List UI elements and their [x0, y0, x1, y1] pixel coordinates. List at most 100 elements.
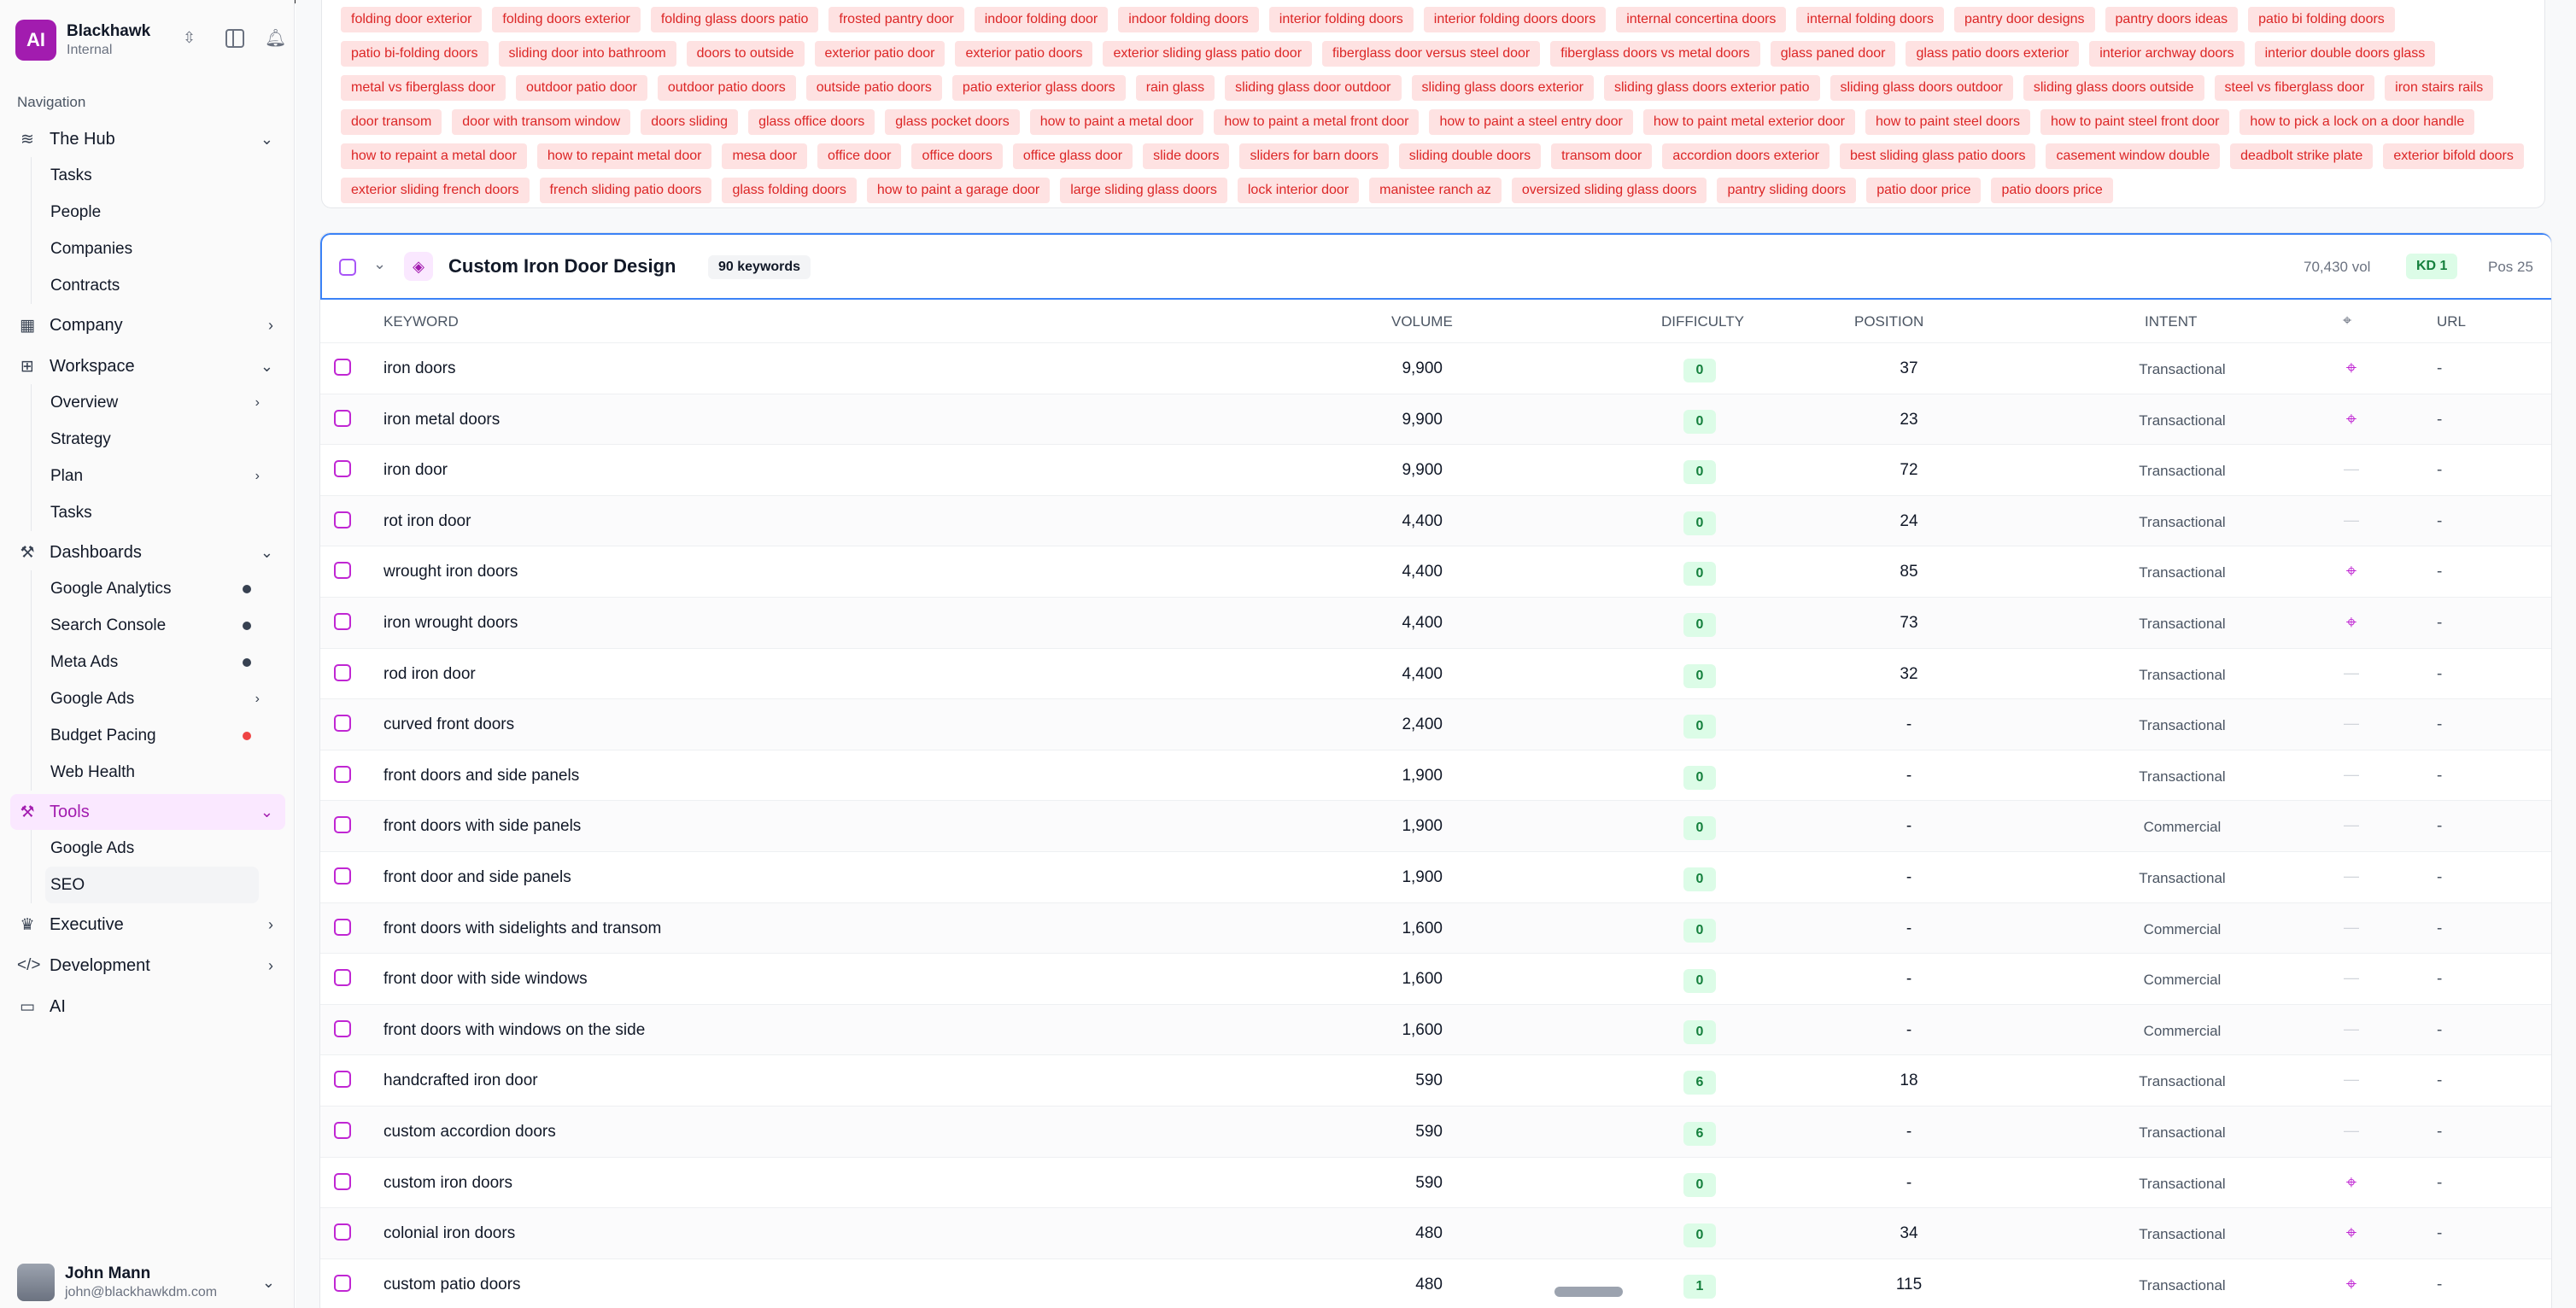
nav-item-budget-pacing[interactable]: Budget Pacing [45, 717, 285, 754]
keyword-tag[interactable]: frosted pantry door [828, 7, 964, 32]
keyword-tag[interactable]: how to paint a metal front door [1214, 109, 1420, 135]
keyword-tag[interactable]: sliding glass doors outdoor [1830, 75, 2013, 101]
keyword-tag[interactable]: outside patio doors [805, 75, 942, 101]
group-select-checkbox[interactable] [339, 259, 356, 276]
keyword-tag[interactable]: interior archway doors [2089, 41, 2245, 67]
keyword-tag[interactable]: office door [817, 143, 902, 169]
url-cell[interactable]: - [2437, 1021, 2442, 1040]
keyword-tag[interactable]: internal folding doors [1796, 7, 1944, 32]
row-checkbox[interactable] [334, 460, 351, 478]
keyword-tag[interactable]: sliding double doors [1398, 143, 1542, 169]
nav-item-google-ads[interactable]: Google Ads › [45, 680, 285, 717]
column-position[interactable]: POSITION [1854, 313, 1923, 330]
table-row[interactable]: handcrafted iron door 590 6 18 Transactional… [320, 1054, 2551, 1106]
nav-item-seo[interactable]: SEO [45, 867, 259, 903]
table-row[interactable]: front door and side panels 1,900 0 - Transac… [320, 850, 2551, 902]
keyword-tag[interactable]: exterior bifold doors [2383, 143, 2524, 169]
column-volume[interactable]: VOLUME [1391, 313, 1453, 330]
keyword-tag[interactable]: exterior patio door [814, 41, 946, 67]
nav-item-search-console[interactable]: Search Console [45, 607, 285, 644]
column-keyword[interactable]: KEYWORD [383, 313, 459, 330]
keyword-tag[interactable]: steel vs fiberglass door [2214, 75, 2375, 101]
keyword-tag[interactable]: glass folding doors [722, 178, 857, 203]
keyword-tag[interactable]: best sliding glass patio doors [1840, 143, 2036, 169]
table-row[interactable]: iron metal doors 9,900 0 23 Transactional ⌖ - [320, 393, 2551, 445]
keyword-tag[interactable]: how to paint metal exterior door [1642, 109, 1855, 135]
table-row[interactable]: iron door 9,900 0 72 Transactional — - [320, 444, 2551, 495]
keyword-tag[interactable]: pantry door designs [1953, 7, 2095, 32]
keyword-tag[interactable]: folding door exterior [341, 7, 483, 32]
keyword-tag[interactable]: how to pick a lock on a door handle [2239, 109, 2475, 135]
url-cell[interactable]: - [2437, 1072, 2442, 1090]
table-row[interactable]: front doors with side panels 1,900 0 - Comme… [320, 800, 2551, 851]
keyword-tag[interactable]: sliders for barn doors [1239, 143, 1389, 169]
nav-item-google-analytics[interactable]: Google Analytics [45, 570, 285, 607]
row-checkbox[interactable] [334, 1172, 351, 1190]
url-cell[interactable]: - [2437, 461, 2442, 480]
keyword-tag[interactable]: accordion doors exterior [1662, 143, 1830, 169]
keyword-tag[interactable]: sliding glass door outdoor [1225, 75, 1402, 101]
keyword-tag[interactable]: pantry doors ideas [2105, 7, 2239, 32]
table-row[interactable]: front door with side windows 1,600 0 - Comme… [320, 953, 2551, 1004]
keyword-group-header[interactable]: ⌄ ◈ Custom Iron Door Design 90 keywords … [320, 233, 2551, 300]
url-cell[interactable]: - [2437, 359, 2442, 378]
keyword-tag[interactable]: patio bi folding doors [2248, 7, 2395, 32]
keyword-tag[interactable]: metal vs fiberglass door [341, 75, 506, 101]
keyword-tag[interactable]: interior folding doors [1268, 7, 1414, 32]
row-checkbox[interactable] [334, 562, 351, 580]
keyword-tag[interactable]: glass patio doors exterior [1906, 41, 2080, 67]
keyword-tag[interactable]: mesa door [722, 143, 808, 169]
row-checkbox[interactable] [334, 918, 351, 936]
user-menu[interactable]: John Mann john@blackhawkdm.com ⌄ [17, 1262, 282, 1303]
row-checkbox[interactable] [334, 816, 351, 834]
keyword-tag[interactable]: interior double doors glass [2254, 41, 2436, 67]
keyword-tag[interactable]: casement window double [2046, 143, 2221, 169]
keyword-tag[interactable]: outdoor patio door [515, 75, 647, 101]
nav-item-plan[interactable]: Plan › [45, 458, 285, 494]
table-row[interactable]: front doors with windows on the side 1,60… [320, 1003, 2551, 1055]
row-checkbox[interactable] [334, 511, 351, 528]
nav-group-development[interactable]: </> Development › [10, 948, 285, 984]
nav-item-overview[interactable]: Overview › [45, 384, 285, 421]
nav-group-executive[interactable]: ♛ Executive › [10, 907, 285, 943]
keyword-tag[interactable]: folding doors exterior [492, 7, 641, 32]
keyword-tag[interactable]: manistee ranch az [1369, 178, 1502, 203]
row-checkbox[interactable] [334, 765, 351, 783]
column-intent[interactable]: INTENT [2145, 313, 2197, 330]
keyword-tag[interactable]: interior folding doors doors [1423, 7, 1607, 32]
keyword-tag[interactable]: outdoor patio doors [657, 75, 796, 101]
row-checkbox[interactable] [334, 1274, 351, 1292]
row-checkbox[interactable] [334, 969, 351, 987]
nav-group-workspace[interactable]: ⊞ Workspace ⌄ [10, 348, 285, 384]
nav-item-strategy[interactable]: Strategy [45, 421, 285, 458]
url-cell[interactable]: - [2437, 665, 2442, 684]
keyword-tag[interactable]: fiberglass door versus steel door [1322, 41, 1541, 67]
table-row[interactable]: curved front doors 2,400 0 - Transactional — - [320, 698, 2551, 750]
keyword-tag[interactable]: sliding glass doors outside [2023, 75, 2204, 101]
map-pin-icon[interactable]: ⌖ [2343, 312, 2351, 330]
keyword-tag[interactable]: how to paint steel doors [1865, 109, 2030, 135]
keyword-tag[interactable]: how to paint steel front door [2040, 109, 2230, 135]
table-row[interactable]: colonial iron doors 480 0 34 Transactional ⌖ - [320, 1207, 2551, 1258]
keyword-tag[interactable]: office glass door [1012, 143, 1133, 169]
nav-group-ai[interactable]: ▭ AI [10, 989, 285, 1025]
keyword-tag[interactable]: french sliding patio doors [539, 178, 712, 203]
keyword-tag[interactable]: internal concertina doors [1616, 7, 1787, 32]
keyword-tag[interactable]: transom door [1551, 143, 1653, 169]
keyword-tag[interactable]: indoor folding door [974, 7, 1109, 32]
nav-item-web-health[interactable]: Web Health [45, 754, 285, 791]
url-cell[interactable]: - [2437, 817, 2442, 836]
nav-group-company[interactable]: ▦ Company › [10, 307, 285, 343]
nav-item-workspace-tasks[interactable]: Tasks [45, 494, 285, 531]
keyword-tag[interactable]: how to paint a garage door [866, 178, 1051, 203]
keyword-tag[interactable]: door with transom window [452, 109, 631, 135]
keyword-tag[interactable]: oversized sliding glass doors [1511, 178, 1707, 203]
table-row[interactable]: rot iron door 4,400 0 24 Transactional — - [320, 494, 2551, 546]
table-row[interactable]: front doors and side panels 1,900 0 - Transa… [320, 749, 2551, 801]
row-checkbox[interactable] [334, 1019, 351, 1037]
table-row[interactable]: custom iron doors 590 0 - Transactional ⌖ - [320, 1156, 2551, 1208]
keyword-tag[interactable]: glass office doors [748, 109, 875, 135]
toggle-sidebar-icon[interactable] [225, 29, 244, 48]
keyword-tag[interactable]: iron stairs rails [2385, 75, 2494, 101]
keyword-tag[interactable]: how to paint a metal door [1029, 109, 1204, 135]
